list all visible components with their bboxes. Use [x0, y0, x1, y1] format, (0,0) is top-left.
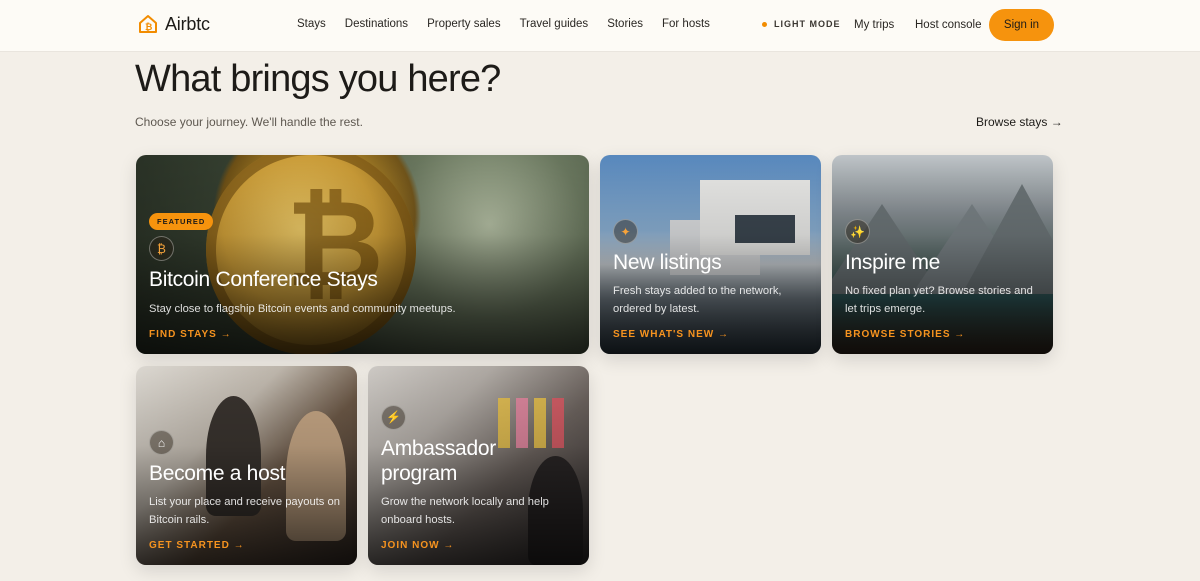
get-started-link[interactable]: GET STARTED → [149, 540, 245, 551]
card-become-host[interactable]: ⌂ Become a host List your place and rece… [136, 366, 357, 565]
sign-in-button[interactable]: Sign in [989, 9, 1054, 41]
card-title: Inspire me [845, 251, 941, 275]
main-nav: Stays Destinations Property sales Travel… [297, 18, 710, 30]
nav-travel-guides[interactable]: Travel guides [520, 18, 589, 30]
card-description: No fixed plan yet? Browse stories and le… [845, 285, 1033, 315]
find-stays-link[interactable]: FIND STAYS → [149, 329, 232, 340]
nav-property-sales[interactable]: Property sales [427, 18, 501, 30]
lightning-icon: ⚡ [381, 404, 406, 430]
nav-stories[interactable]: Stories [607, 18, 643, 30]
host-console-link[interactable]: Host console [915, 19, 981, 31]
card-content: FEATURED ₿ Bitcoin Conference Stays Stay… [149, 211, 576, 342]
card-content: ⌂ Become a host List your place and rece… [149, 430, 344, 553]
theme-toggle[interactable]: LIGHT MODE [762, 19, 841, 29]
mode-label: LIGHT MODE [774, 19, 841, 29]
card-title: Become a host [149, 462, 286, 486]
sparkle-icon: ✦ [613, 219, 638, 245]
card-description: Stay close to flagship Bitcoin events an… [149, 302, 456, 315]
card-description: Grow the network locally and help onboar… [381, 496, 549, 526]
svg-text:₿: ₿ [145, 22, 152, 33]
house-icon: ⌂ [149, 430, 174, 456]
card-bitcoin-conference[interactable]: ₿ FEATURED ₿ Bitcoin Conference Stays St… [136, 155, 589, 354]
card-description: List your place and receive payouts on B… [149, 496, 340, 526]
card-ambassador[interactable]: ⚡ Ambassador program Grow the network lo… [368, 366, 589, 565]
card-title: Bitcoin Conference Stays [149, 268, 378, 292]
card-title: New listings [613, 251, 722, 275]
nav-stays[interactable]: Stays [297, 18, 326, 30]
card-description: Fresh stays added to the network, ordere… [613, 285, 782, 315]
join-now-link[interactable]: JOIN NOW → [381, 540, 454, 551]
my-trips-link[interactable]: My trips [854, 19, 894, 31]
card-inspire-me[interactable]: ✨ Inspire me No fixed plan yet? Browse s… [832, 155, 1053, 354]
card-content: ⚡ Ambassador program Grow the network lo… [381, 404, 576, 553]
nav-destinations[interactable]: Destinations [345, 18, 408, 30]
see-whats-new-link[interactable]: SEE WHAT'S NEW → [613, 329, 729, 340]
stars-icon: ✨ [845, 219, 870, 245]
card-content: ✦ New listings Fresh stays added to the … [613, 219, 808, 342]
browse-stories-link[interactable]: BROWSE STORIES → [845, 329, 965, 340]
bitcoin-icon: ₿ [149, 236, 174, 262]
card-new-listings[interactable]: ✦ New listings Fresh stays added to the … [600, 155, 821, 354]
card-title: Ambassador program [381, 436, 496, 486]
nav-for-hosts[interactable]: For hosts [662, 18, 710, 30]
logo-house-icon: ₿ [139, 15, 157, 33]
featured-badge: FEATURED [149, 213, 214, 231]
logo[interactable]: ₿ Airbtc [137, 13, 210, 35]
page-title: What brings you here? [135, 58, 501, 100]
browse-stays-link[interactable]: Browse stays → [976, 115, 1063, 129]
logo-text: Airbtc [165, 13, 210, 34]
card-content: ✨ Inspire me No fixed plan yet? Browse s… [845, 219, 1040, 342]
top-header: ₿ Airbtc Stays Destinations Property sal… [0, 0, 1200, 51]
page-subtitle: Choose your journey. We'll handle the re… [135, 115, 363, 129]
mode-dot-icon [762, 21, 767, 27]
